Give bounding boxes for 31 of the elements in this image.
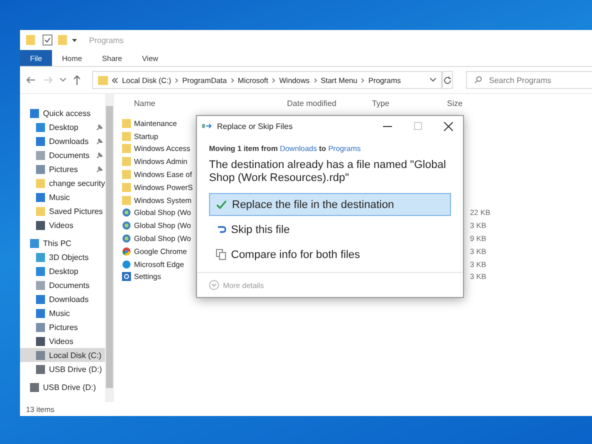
column-header[interactable]: Size (447, 98, 463, 108)
choice-option[interactable]: Skip this file (209, 218, 451, 241)
nav-item[interactable]: Downloads (20, 134, 106, 148)
column-header[interactable]: Date modified (287, 98, 336, 108)
nav-item[interactable]: This PC (20, 236, 106, 250)
conflict-message: The destination already has a file named "Global Shop (Work Resources).rdp" (209, 159, 447, 185)
nav-item[interactable]: USB Drive (D:) (20, 362, 106, 376)
nav-item[interactable]: Desktop (20, 120, 106, 134)
search-field[interactable]: Search Programs (466, 71, 592, 89)
column-header[interactable]: Type (372, 98, 390, 108)
nav-item[interactable]: Videos (20, 218, 106, 232)
window-title: Programs (89, 36, 124, 44)
nav-item[interactable]: 3D Objects (20, 250, 106, 264)
nav-item[interactable]: Quick access (20, 106, 106, 120)
nav-item[interactable]: Documents (20, 148, 106, 162)
dialog-title: Replace or Skip Files (217, 122, 293, 130)
nav-item[interactable]: Local Disk (C:) (20, 348, 106, 362)
column-header[interactable]: Name (134, 98, 156, 108)
nav-item[interactable]: Videos (20, 334, 106, 348)
choice-option[interactable]: Replace the file in the destination (209, 193, 451, 216)
nav-item[interactable]: change security (20, 176, 106, 190)
nav-item[interactable]: Pictures (20, 162, 106, 176)
nav-item[interactable]: Pictures (20, 320, 106, 334)
nav-item[interactable]: Documents (20, 278, 106, 292)
nav-item[interactable]: Desktop (20, 264, 106, 278)
nav-item[interactable]: Music (20, 306, 106, 320)
nav-item[interactable]: Music (20, 190, 106, 204)
nav-item[interactable]: Saved Pictures (20, 204, 106, 218)
nav-item[interactable]: USB Drive (D:) (20, 380, 106, 394)
nav-item[interactable]: Downloads (20, 292, 106, 306)
choice-option[interactable]: Compare info for both files (209, 243, 451, 266)
